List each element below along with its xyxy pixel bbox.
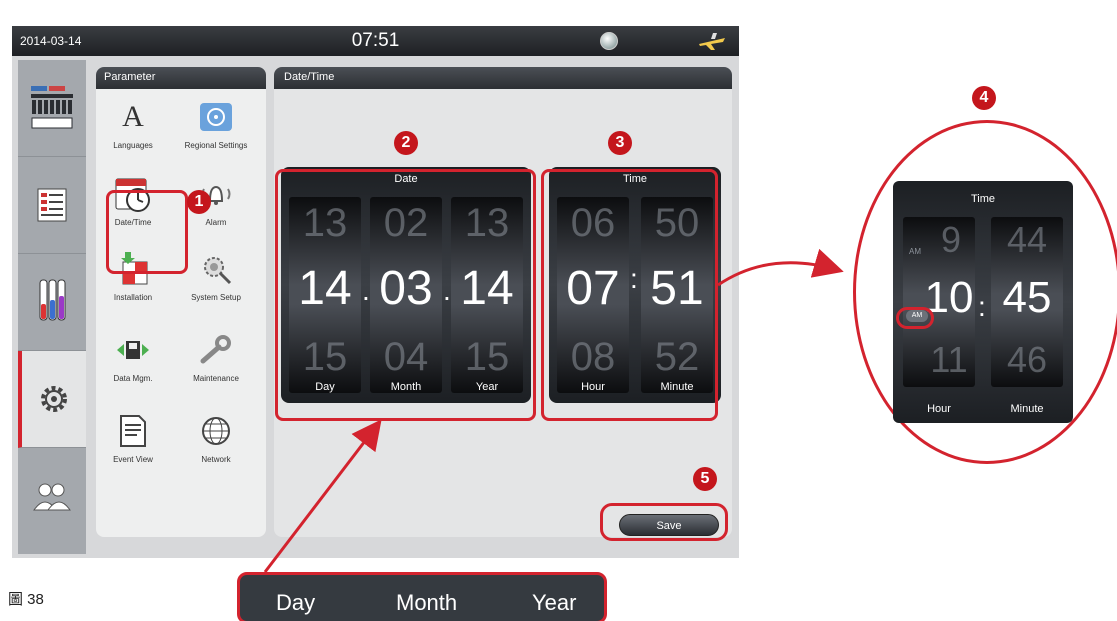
- bottom-month-label: Month: [396, 590, 458, 615]
- zoom-time-roller: Time AM 9 10 AM 11 : 44 45 46 Hour Minut…: [893, 181, 1073, 423]
- zoom-hour-label: Hour: [927, 403, 951, 415]
- zoom-hour-prev: 9: [940, 219, 962, 260]
- zoom-minute-label: Minute: [1010, 403, 1044, 415]
- bottom-day-label: Day: [276, 590, 316, 615]
- zoom-minute-wheel[interactable]: 44 45 46: [991, 217, 1063, 387]
- figure: 2014-03-14 07:51 Parameter A Languages R…: [0, 0, 1117, 621]
- zoom-arrow: [717, 248, 844, 287]
- zoom-minute-prev: 44: [1006, 219, 1048, 260]
- zoom-hour-wheel[interactable]: AM 9 10 AM 11: [903, 217, 975, 387]
- labels-arrow: [263, 419, 382, 573]
- figure-label: 圖 38: [8, 591, 44, 608]
- zoom-minute-next: 46: [1006, 339, 1048, 380]
- bottom-year-label: Year: [532, 590, 577, 615]
- zoom-minute-value: 45: [1002, 273, 1052, 322]
- zoom-time-title: Time: [970, 193, 996, 205]
- zoom-hour-next: 11: [930, 339, 968, 380]
- zoom-time-separator: :: [978, 291, 986, 322]
- highlight-ampm-badge: [896, 307, 934, 329]
- bottom-labels-strip: Day Month Year: [237, 572, 607, 621]
